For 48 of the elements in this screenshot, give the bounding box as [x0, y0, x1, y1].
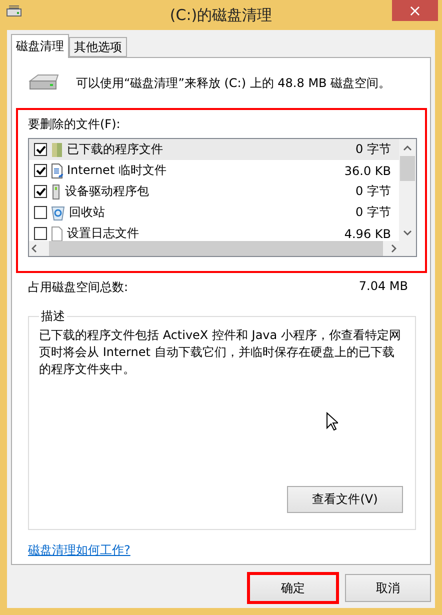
checkbox[interactable]	[34, 185, 47, 198]
dialog-button[interactable]: 确定	[247, 572, 339, 604]
file-size: 0 字节	[356, 141, 391, 158]
dialog-button[interactable]: 取消	[345, 574, 431, 602]
file-size: 0 字节	[356, 204, 391, 221]
checkbox[interactable]	[34, 164, 47, 177]
files-label: 要删除的文件(F):	[28, 116, 122, 133]
help-link[interactable]: 磁盘清理如何工作?	[28, 542, 130, 559]
scroll-left-icon[interactable]	[31, 244, 37, 253]
file-list[interactable]: 已下载的程序文件 0 字节 Internet 临时文件 36.0 KB 设备驱动程序包 0 字节 回收站 0 字节 设置日志文件 4.96 KB	[28, 138, 417, 257]
scroll-up-icon[interactable]	[403, 144, 412, 150]
file-icon	[51, 226, 63, 241]
checkbox[interactable]	[34, 143, 47, 156]
window-title: (C:)的磁盘清理	[170, 6, 272, 24]
view-files-button[interactable]: 查看文件(V)	[287, 486, 403, 513]
description-legend: 描述	[39, 308, 67, 325]
checkbox[interactable]	[34, 227, 47, 240]
file-size: 4.96 KB	[344, 226, 391, 240]
driver-icon	[51, 184, 61, 200]
file-row[interactable]: 回收站 0 字节	[29, 202, 399, 223]
close-button[interactable]: ×	[392, 0, 438, 21]
folder-icon	[51, 142, 63, 158]
file-name: 回收站	[69, 204, 106, 221]
tab[interactable]: 磁盘清理	[11, 34, 69, 58]
summary-text: 可以使用“磁盘清理”来释放 (C:) 上的 48.8 MB 磁盘空间。	[76, 74, 391, 92]
file-name: 设置日志文件	[67, 225, 140, 241]
drive-icon	[6, 5, 22, 17]
file-row[interactable]: 设置日志文件 4.96 KB	[29, 223, 399, 241]
file-name: 已下载的程序文件	[67, 141, 164, 158]
scroll-thumb[interactable]	[400, 156, 415, 181]
file-name: Internet 临时文件	[67, 162, 168, 179]
description-text: 已下载的程序文件包括 ActiveX 控件和 Java 小程序，你查看特定网页时将会从 Internet 自动下载它们，并临时保存在硬盘上的已下载的程序文件夹中。	[39, 327, 402, 378]
scroll-right-icon[interactable]	[391, 244, 397, 253]
total-label: 占用磁盘空间总数:	[28, 279, 128, 296]
file-row[interactable]: Internet 临时文件 36.0 KB	[29, 160, 399, 181]
tab[interactable]: 其他选项	[69, 37, 127, 57]
file-row[interactable]: 设备驱动程序包 0 字节	[29, 181, 399, 202]
vertical-scrollbar[interactable]	[399, 139, 416, 241]
recycle-bin-icon	[51, 204, 65, 220]
file-size: 0 字节	[356, 183, 391, 200]
checkbox[interactable]	[34, 206, 47, 219]
file-size: 36.0 KB	[344, 164, 391, 178]
total-value: 7.04 MB	[358, 279, 408, 295]
scroll-down-icon[interactable]	[403, 230, 412, 236]
cursor-icon	[326, 412, 338, 431]
document-icon	[51, 162, 63, 178]
file-name: 设备驱动程序包	[65, 183, 150, 200]
file-row[interactable]: 已下载的程序文件 0 字节	[29, 139, 399, 160]
